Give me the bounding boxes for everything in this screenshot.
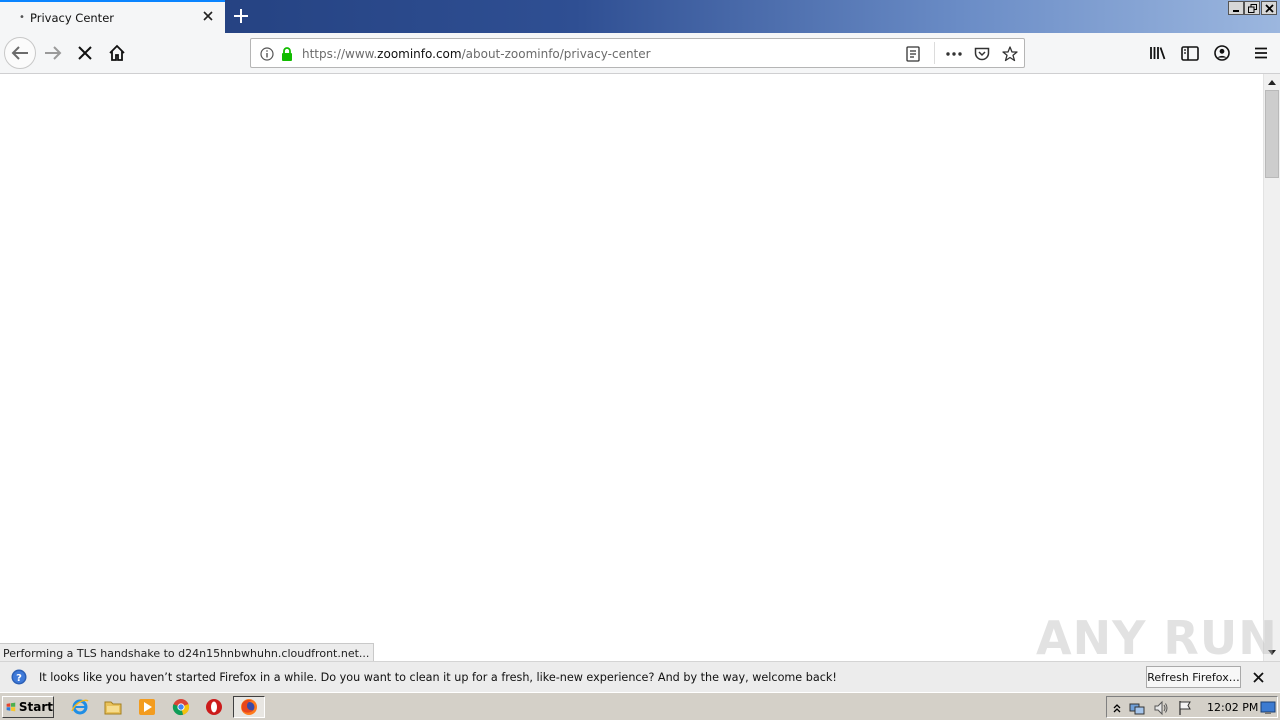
system-tray: 12:02 PM bbox=[1106, 696, 1278, 718]
notification-message: It looks like you haven’t started Firefo… bbox=[39, 671, 837, 684]
folder-icon[interactable] bbox=[104, 698, 122, 716]
back-arrow-icon[interactable] bbox=[4, 37, 36, 69]
tab-strip: • Privacy Center bbox=[0, 0, 1280, 33]
action-center-flag-icon[interactable] bbox=[1177, 700, 1193, 716]
address-bar-divider bbox=[934, 42, 935, 64]
sidebar-icon[interactable] bbox=[1174, 37, 1206, 69]
stop-loading-icon[interactable] bbox=[69, 37, 101, 69]
scrollbar-thumb[interactable] bbox=[1265, 90, 1279, 178]
tab-title: Privacy Center bbox=[30, 11, 114, 25]
show-desktop-icon[interactable] bbox=[1260, 700, 1276, 716]
url-host: zoominfo.com bbox=[377, 47, 462, 61]
account-icon[interactable] bbox=[1206, 37, 1238, 69]
forward-arrow-icon[interactable] bbox=[37, 37, 69, 69]
navigation-toolbar: https://www.zoominfo.com/about-zoominfo/… bbox=[0, 33, 1280, 74]
taskbar-firefox-button[interactable] bbox=[233, 696, 265, 718]
page-content[interactable] bbox=[0, 74, 1263, 661]
notification-bar: ? It looks like you haven’t started Fire… bbox=[0, 661, 1280, 692]
reader-view-icon[interactable] bbox=[902, 43, 924, 65]
home-icon[interactable] bbox=[101, 37, 133, 69]
show-hidden-icons-icon[interactable] bbox=[1109, 700, 1125, 716]
window-close-icon[interactable] bbox=[1261, 1, 1277, 15]
svg-text:?: ? bbox=[16, 673, 22, 684]
lock-icon[interactable] bbox=[276, 43, 298, 65]
info-icon[interactable] bbox=[256, 43, 278, 65]
windows-logo-icon bbox=[6, 702, 16, 712]
tab-privacy-center[interactable]: • Privacy Center bbox=[0, 0, 225, 33]
url-path: /about-zoominfo/privacy-center bbox=[461, 47, 651, 61]
internet-explorer-icon[interactable] bbox=[71, 698, 89, 716]
minimize-icon[interactable] bbox=[1228, 1, 1244, 15]
start-button[interactable]: Start bbox=[2, 696, 54, 718]
status-panel: Performing a TLS handshake to d24n15hnbw… bbox=[0, 643, 375, 661]
refresh-firefox-button[interactable]: Refresh Firefox… bbox=[1146, 666, 1241, 688]
notification-close-icon[interactable] bbox=[1249, 668, 1267, 686]
url-prefix: https://www. bbox=[302, 47, 378, 61]
firefox-icon bbox=[241, 699, 257, 715]
taskbar: Start 12:02 PM bbox=[0, 692, 1280, 720]
clock[interactable]: 12:02 PM bbox=[1207, 701, 1258, 714]
address-bar[interactable]: https://www.zoominfo.com/about-zoominfo/… bbox=[250, 38, 1025, 68]
tab-loading-indicator: • bbox=[19, 12, 25, 23]
network-icon[interactable] bbox=[1129, 700, 1145, 716]
start-label: Start bbox=[18, 700, 53, 714]
scroll-up-arrow-icon[interactable] bbox=[1264, 74, 1280, 90]
restore-icon[interactable] bbox=[1244, 1, 1260, 15]
volume-icon[interactable] bbox=[1153, 700, 1169, 716]
page-actions-menu-icon[interactable] bbox=[943, 43, 965, 65]
url-text[interactable]: https://www.zoominfo.com/about-zoominfo/… bbox=[302, 47, 651, 61]
pocket-icon[interactable] bbox=[971, 43, 993, 65]
new-tab-plus-icon[interactable] bbox=[229, 4, 253, 28]
hamburger-menu-icon[interactable] bbox=[1245, 37, 1277, 69]
close-tab-icon[interactable] bbox=[199, 7, 217, 25]
opera-icon[interactable] bbox=[205, 698, 223, 716]
browser-window: • Privacy Center https://www.zoominfo.co… bbox=[0, 0, 1280, 720]
bookmark-star-icon[interactable] bbox=[999, 43, 1021, 65]
vertical-scrollbar[interactable] bbox=[1263, 74, 1280, 661]
media-player-icon[interactable] bbox=[138, 698, 156, 716]
library-icon[interactable] bbox=[1142, 37, 1174, 69]
chrome-icon[interactable] bbox=[172, 698, 190, 716]
question-icon: ? bbox=[11, 669, 27, 685]
